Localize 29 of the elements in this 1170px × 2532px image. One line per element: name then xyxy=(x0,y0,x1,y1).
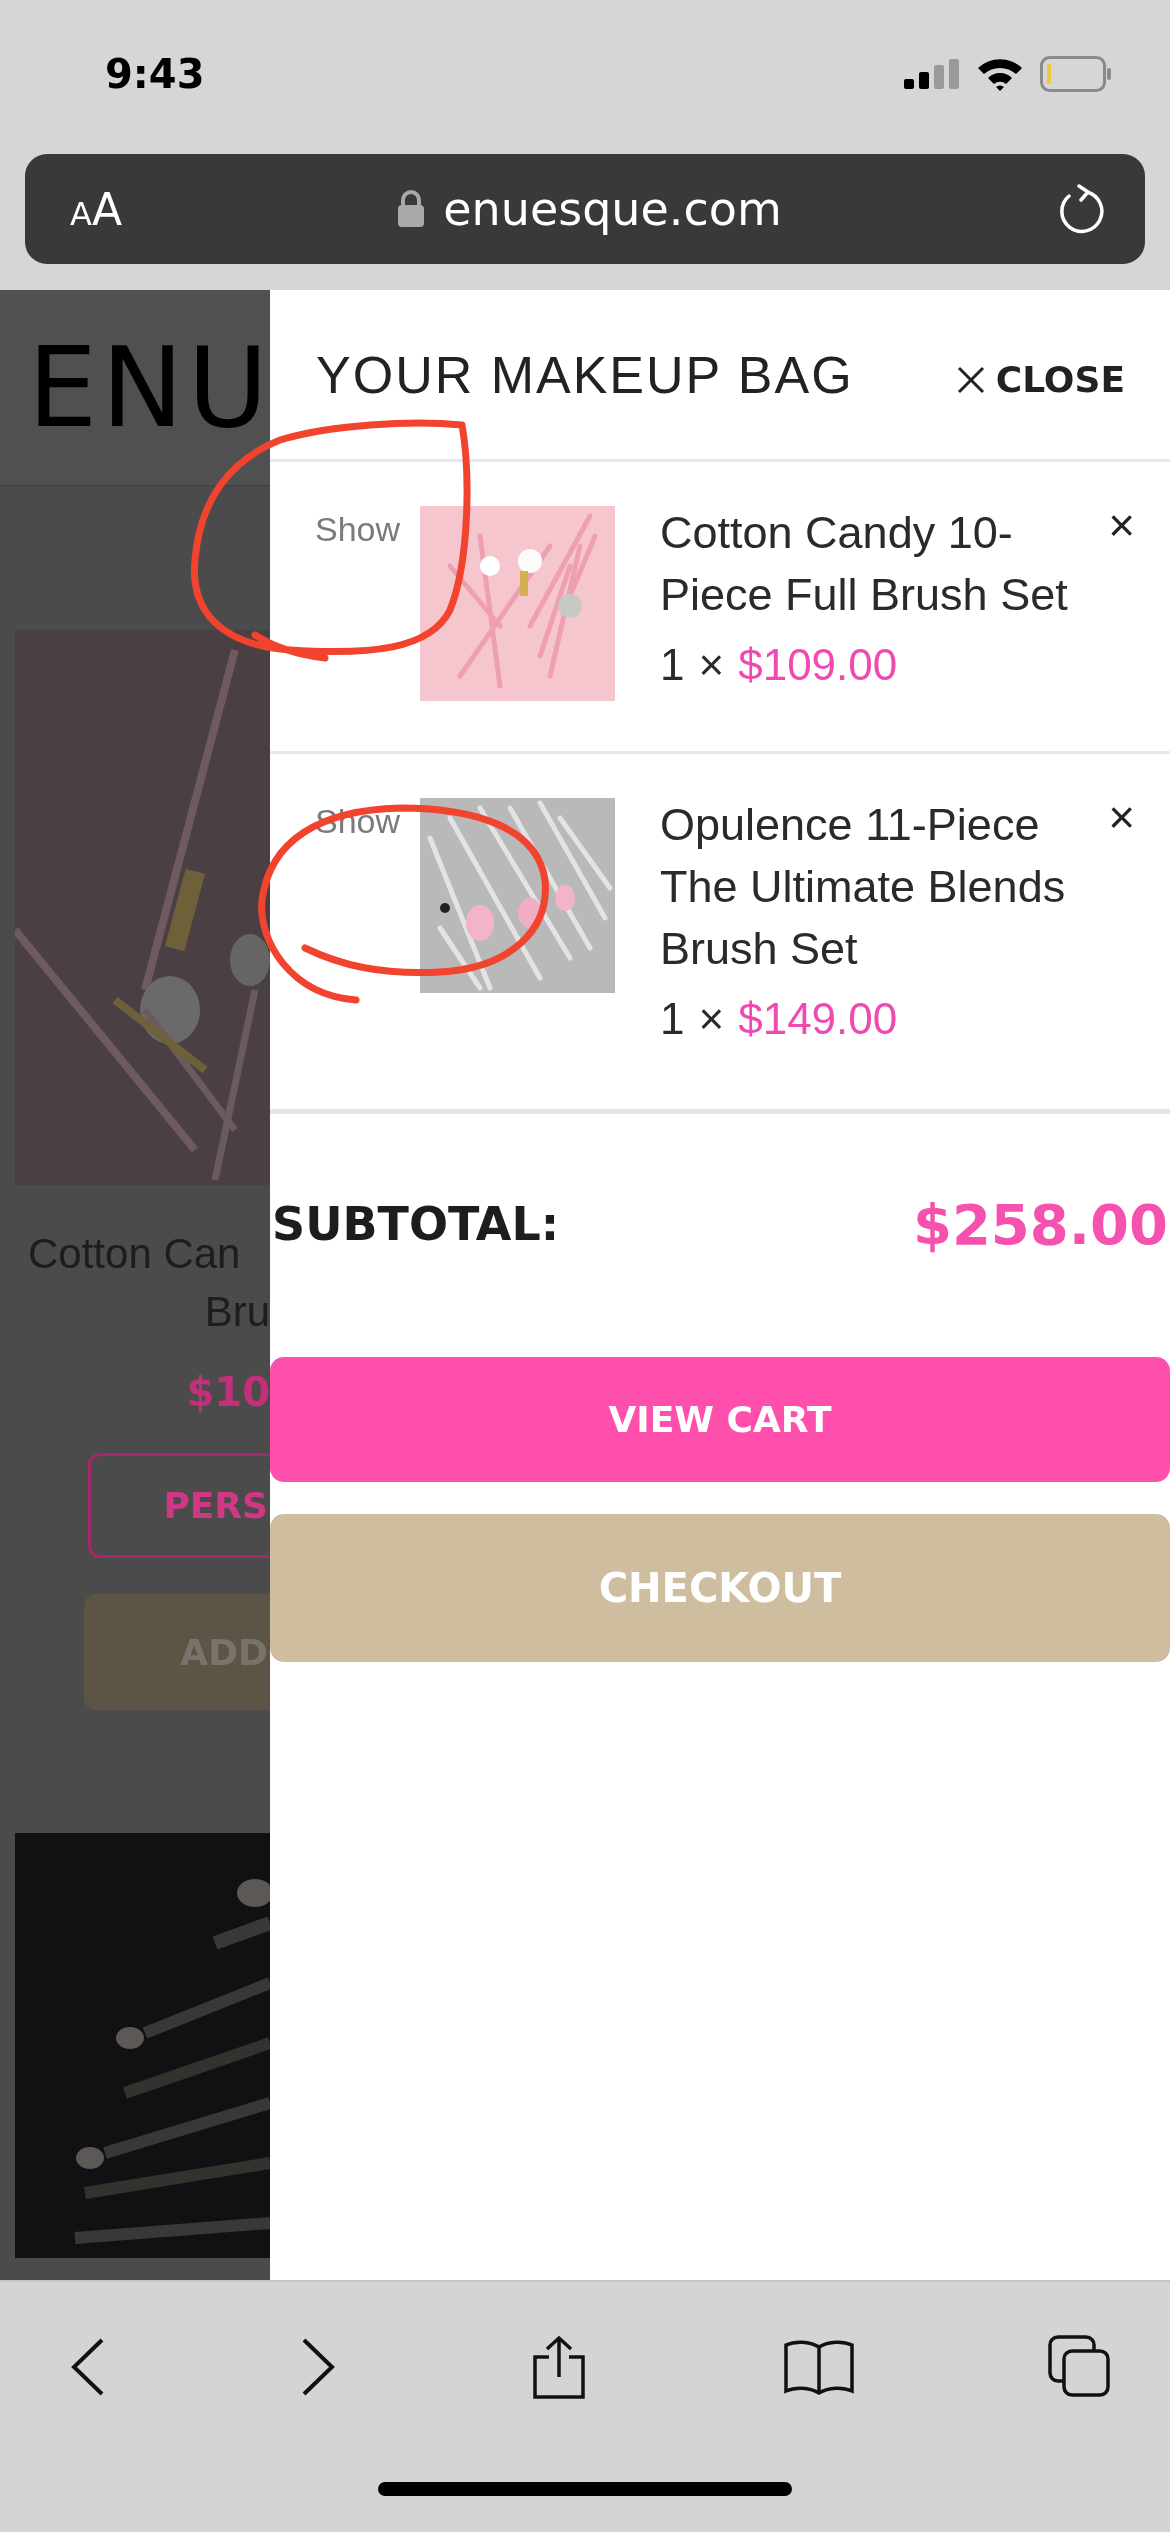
close-icon xyxy=(955,364,986,395)
multiply-sign: × xyxy=(698,640,725,690)
bookmarks-icon[interactable] xyxy=(782,2339,855,2395)
tabs-icon[interactable] xyxy=(1048,2335,1112,2399)
clock-time: 9:43 xyxy=(105,51,205,97)
remove-button[interactable]: × xyxy=(1108,502,1135,548)
remove-button[interactable]: × xyxy=(1108,794,1135,840)
product-name[interactable]: Opulence 11-Piece The Ultimate Blends Brush Set xyxy=(660,794,1100,980)
show-label: Show xyxy=(315,510,402,549)
quantity: 1 xyxy=(660,994,685,1044)
text-size-button[interactable]: AA xyxy=(70,183,122,235)
back-icon[interactable] xyxy=(70,2337,106,2397)
url-text: enuesque.com xyxy=(443,182,782,236)
battery-icon xyxy=(1040,56,1112,92)
item-price: $149.00 xyxy=(738,994,898,1044)
subtotal-label: SUBTOTAL: xyxy=(272,1197,560,1251)
close-button[interactable]: CLOSE xyxy=(955,359,1125,400)
drawer-title: YOUR MAKEUP BAG xyxy=(316,344,854,405)
product-price: $10 xyxy=(186,1369,270,1415)
quantity: 1 xyxy=(660,640,685,690)
signal-icon xyxy=(904,59,960,89)
address-bar[interactable]: AA enuesque.com xyxy=(25,154,1145,264)
item-price: $109.00 xyxy=(738,640,898,690)
product-name[interactable]: Cotton Candy 10-Piece Full Brush Set xyxy=(660,502,1100,626)
wifi-icon xyxy=(976,56,1024,92)
reload-icon[interactable] xyxy=(1057,184,1105,234)
lock-icon xyxy=(397,190,426,228)
subtotal-value: $258.00 xyxy=(912,1191,1168,1257)
multiply-sign: × xyxy=(698,994,725,1044)
